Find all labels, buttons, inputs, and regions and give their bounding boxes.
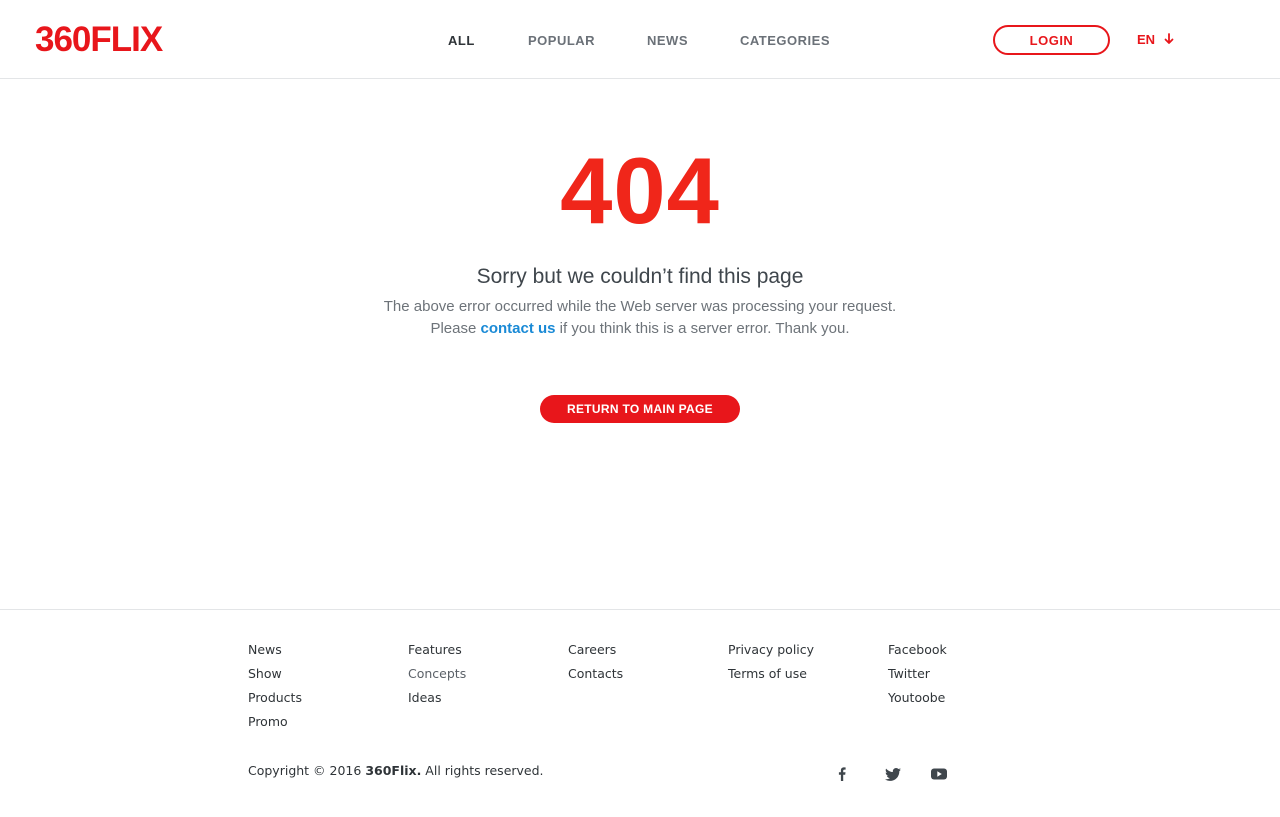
footer-link-news[interactable]: News	[248, 638, 302, 662]
error-contact-line: Please contact us if you think this is a…	[0, 318, 1280, 340]
contact-suffix: if you think this is a server error. Tha…	[555, 320, 850, 337]
footer-link-privacy-policy[interactable]: Privacy policy	[728, 638, 814, 662]
footer-link-twitter[interactable]: Twitter	[888, 662, 947, 686]
return-to-main-button[interactable]: RETURN TO MAIN PAGE	[540, 395, 740, 423]
nav-item-categories[interactable]: CATEGORIES	[740, 31, 830, 51]
footer-link-concepts[interactable]: Concepts	[408, 662, 466, 686]
footer-link-youtoobe[interactable]: Youtoobe	[888, 686, 947, 710]
language-selector[interactable]: EN	[1137, 29, 1174, 49]
nav-item-all[interactable]: ALL	[448, 31, 475, 51]
footer-link-facebook[interactable]: Facebook	[888, 638, 947, 662]
footer-column-5: Facebook Twitter Youtoobe	[888, 638, 947, 710]
copyright-brand: 360Flix.	[365, 763, 422, 778]
error-code: 404	[560, 138, 720, 243]
language-label: EN	[1137, 31, 1156, 47]
footer-column-3: Careers Contacts	[568, 638, 623, 686]
footer-link-promo[interactable]: Promo	[248, 710, 302, 734]
contact-us-link[interactable]: contact us	[481, 320, 556, 337]
footer-link-show[interactable]: Show	[248, 662, 302, 686]
footer-link-features[interactable]: Features	[408, 638, 466, 662]
facebook-icon[interactable]	[834, 766, 850, 782]
footer-column-4: Privacy policy Terms of use	[728, 638, 814, 686]
copyright-prefix: Copyright © 2016	[248, 763, 366, 778]
contact-prefix: Please	[430, 320, 481, 337]
footer-link-contacts[interactable]: Contacts	[568, 662, 623, 686]
footer-column-1: News Show Products Promo	[248, 638, 302, 734]
footer-column-2: Features Concepts Ideas	[408, 638, 466, 710]
footer-link-careers[interactable]: Careers	[568, 638, 623, 662]
twitter-icon[interactable]	[885, 766, 901, 782]
nav-item-popular[interactable]: POPULAR	[528, 31, 595, 51]
copyright: Copyright © 2016 360Flix. All rights res…	[248, 762, 544, 780]
error-title: Sorry but we couldn’t find this page	[476, 265, 804, 288]
footer-link-terms-of-use[interactable]: Terms of use	[728, 662, 814, 686]
error-content: 404 Sorry but we couldn’t find this page…	[0, 79, 1280, 609]
copyright-suffix: All rights reserved.	[421, 763, 544, 778]
youtube-icon[interactable]	[931, 766, 947, 782]
footer-link-ideas[interactable]: Ideas	[408, 686, 466, 710]
error-description: The above error occurred while the Web s…	[383, 298, 897, 315]
site-footer: News Show Products Promo Features Concep…	[0, 609, 1280, 817]
nav-item-news[interactable]: NEWS	[647, 31, 688, 51]
login-button[interactable]: LOGIN	[993, 25, 1110, 55]
site-header: 360FLIX ALL POPULAR NEWS CATEGORIES LOGI…	[0, 0, 1280, 79]
arrow-down-icon	[1164, 33, 1174, 44]
footer-link-products[interactable]: Products	[248, 686, 302, 710]
